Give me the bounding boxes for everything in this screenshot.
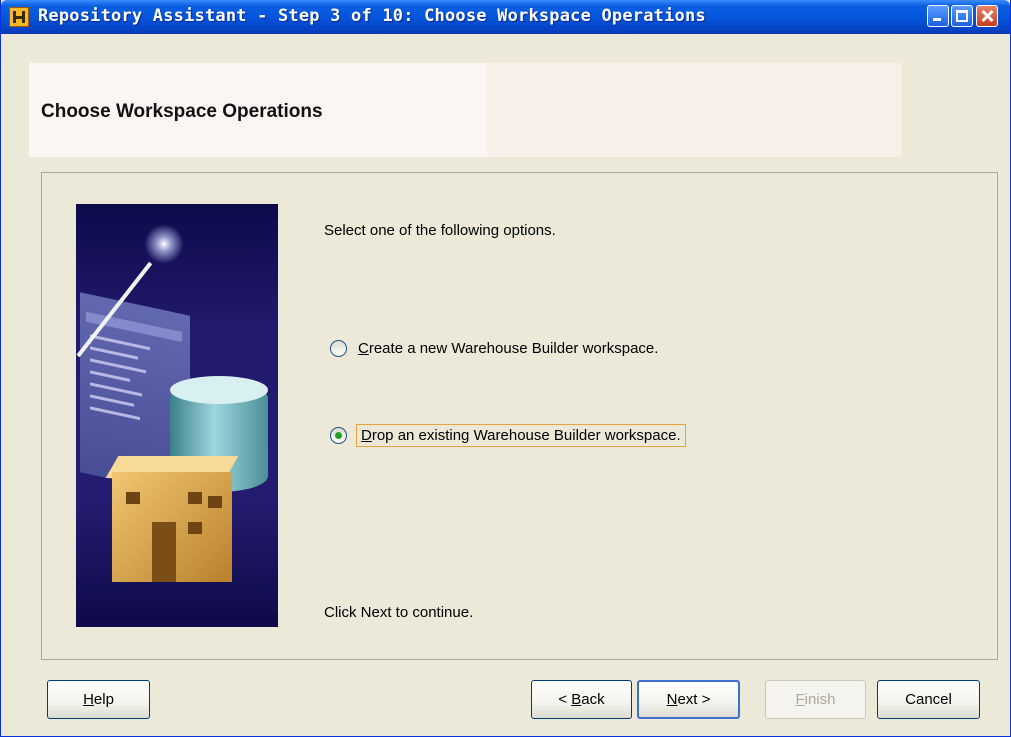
back-button[interactable]: < Back [531, 680, 632, 719]
radio-button-selected[interactable] [330, 427, 347, 444]
content-panel [41, 172, 998, 660]
radio-button[interactable] [330, 340, 347, 357]
finish-button[interactable]: Finish [765, 680, 866, 719]
maximize-button[interactable] [951, 5, 973, 27]
create-workspace-label[interactable]: Create a new Warehouse Builder workspace… [358, 340, 658, 357]
close-button[interactable] [976, 5, 998, 27]
continue-instruction: Click Next to continue. [324, 604, 474, 621]
dialog-window: Repository Assistant - Step 3 of 10: Cho… [0, 0, 1011, 737]
page-title: Choose Workspace Operations [41, 101, 323, 122]
header-panel: Choose Workspace Operations [29, 63, 902, 157]
app-icon [9, 7, 29, 27]
header-title-area: Choose Workspace Operations [29, 63, 487, 157]
title-bar[interactable]: Repository Assistant - Step 3 of 10: Cho… [1, 0, 1010, 34]
radio-selected-dot [335, 432, 342, 439]
wand-sparkle [144, 224, 184, 264]
help-button[interactable]: Help [47, 680, 150, 719]
wizard-illustration [76, 204, 278, 627]
minimize-button[interactable] [927, 5, 949, 27]
next-button[interactable]: Next > [637, 680, 740, 719]
cancel-button[interactable]: Cancel [877, 680, 980, 719]
drop-workspace-label[interactable]: Drop an existing Warehouse Builder works… [356, 424, 686, 447]
instruction-text: Select one of the following options. [324, 222, 556, 239]
window-title: Repository Assistant - Step 3 of 10: Cho… [38, 6, 706, 26]
